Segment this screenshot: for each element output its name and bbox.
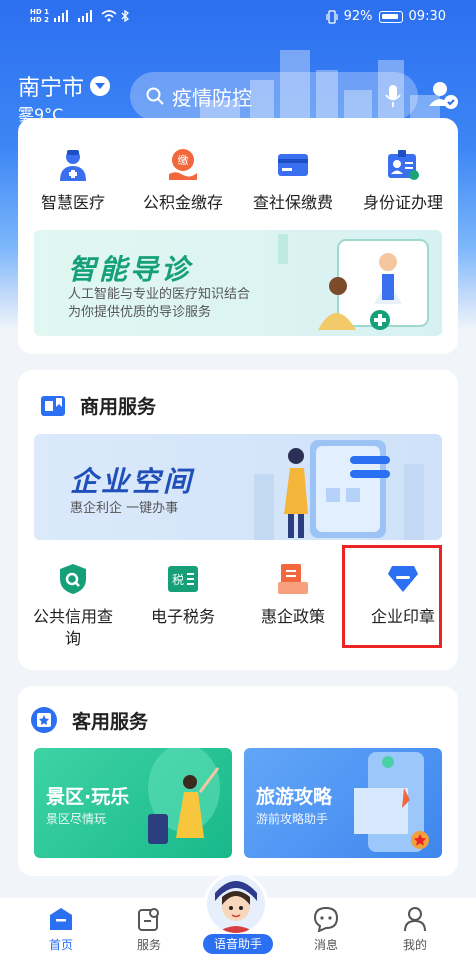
- doctor-icon: [60, 150, 86, 181]
- battery-icon: [378, 10, 403, 23]
- nav-mine[interactable]: 我的: [380, 906, 450, 953]
- assistant-character-icon: [207, 875, 265, 933]
- travel-map-illustration: [354, 752, 429, 852]
- nav-service[interactable]: 服务: [114, 906, 184, 953]
- section-header: 客用服务: [30, 706, 148, 734]
- battery-percent: 92%: [343, 9, 373, 24]
- banner-title: 智能导诊: [68, 253, 193, 286]
- search-placeholder: 疫情防控: [172, 85, 252, 110]
- service-id-card[interactable]: 身份证办理: [348, 148, 458, 214]
- bank-card-icon: [278, 154, 308, 176]
- banner-subtitle: 惠企利企 一键办事: [70, 501, 179, 516]
- banner-title: 企业空间: [70, 465, 195, 498]
- tile-subtitle: 景区尽情玩: [46, 812, 107, 826]
- doctor-consult-illustration: [278, 234, 429, 330]
- enterprise-space-banner[interactable]: 企业空间 惠企利企 一键办事: [34, 434, 442, 540]
- tile-title: 旅游攻略: [256, 786, 333, 808]
- city-name: 南宁市: [18, 76, 85, 101]
- nav-home[interactable]: 首页: [26, 906, 96, 953]
- user-service-icon[interactable]: [428, 80, 458, 114]
- service-label: 身份证办理: [362, 193, 443, 212]
- service-label: 智慧医疗: [40, 193, 105, 212]
- service-label: 查社保缴费: [252, 193, 333, 212]
- wifi-icon: [101, 10, 117, 22]
- policy-document-icon: [278, 564, 308, 594]
- nav-label: 消息: [313, 938, 338, 952]
- fund-badge-text: 缴: [178, 153, 189, 167]
- enterprise-illustration: [254, 440, 424, 540]
- business-book-icon: [41, 395, 65, 416]
- status-right: 92% 09:30: [326, 9, 446, 24]
- clock: 09:30: [408, 9, 446, 24]
- voice-assistant-label[interactable]: 语音助手: [203, 934, 273, 954]
- credit-shield-icon: [60, 564, 86, 594]
- service-e-tax[interactable]: 税 电子税务: [128, 562, 238, 650]
- service-social-security[interactable]: 查社保缴费: [238, 148, 348, 214]
- nav-label: 首页: [48, 938, 73, 952]
- nav-label: 服务: [136, 938, 161, 952]
- selection-highlight-box: [342, 545, 442, 648]
- scenic-spots-tile[interactable]: 景区·玩乐 景区尽情玩: [34, 748, 232, 858]
- tile-title: 景区·玩乐: [46, 786, 130, 808]
- service-label: 电子税务: [150, 607, 215, 626]
- service-enterprise-policy[interactable]: 惠企政策: [238, 562, 348, 650]
- smart-guide-banner[interactable]: 智能导诊 人工智能与专业的医疗知识结合 为你提供优质的导诊服务: [34, 230, 442, 336]
- section-title: 客用服务: [72, 710, 149, 733]
- section-title: 商用服务: [80, 396, 157, 418]
- home-icon: [50, 908, 72, 930]
- service-smart-medical[interactable]: 智慧医疗: [18, 148, 128, 214]
- service-label: 惠企政策: [260, 607, 325, 626]
- vibrate-icon: [326, 9, 338, 24]
- voice-assistant-avatar[interactable]: [204, 872, 268, 936]
- signal-icon: [77, 10, 92, 22]
- chevron-down-icon: [90, 76, 111, 96]
- tax-badge-text: 税: [172, 573, 184, 587]
- hd-indicator: HD 1 HD 2: [30, 8, 49, 24]
- service-label: 公积金缴存: [142, 193, 223, 212]
- microphone-icon[interactable]: [384, 84, 402, 108]
- banner-subtitle-line: 为你提供优质的导诊服务: [68, 305, 212, 320]
- guest-services-card: 客用服务 景区·玩乐 景区尽情玩 旅游攻略 游前攻略助手: [18, 686, 458, 876]
- banner-subtitle-line: 人工智能与专业的医疗知识结合: [68, 287, 251, 302]
- traveler-illustration: [148, 748, 220, 844]
- star-badge-icon: [31, 707, 57, 733]
- service-label: 公共信用查 询: [33, 606, 113, 650]
- signal-icon: [53, 10, 68, 22]
- status-bar: HD 1 HD 2 92% 09:30: [0, 0, 476, 34]
- service-housing-fund[interactable]: 缴 公积金缴存: [128, 148, 238, 214]
- label-line: 公共信用查: [32, 607, 113, 626]
- quick-services-grid: 智慧医疗 缴 公积金缴存 查社保缴费 身份证办理: [18, 148, 458, 214]
- search-icon: [146, 87, 164, 105]
- id-card-icon: [388, 150, 419, 180]
- profile-icon: [404, 907, 426, 932]
- service-icon: [138, 908, 159, 931]
- bluetooth-icon: [121, 10, 129, 22]
- search-bar[interactable]: 疫情防控: [130, 72, 418, 120]
- fund-payment-icon: 缴: [169, 149, 197, 180]
- section-header: 商用服务: [40, 392, 156, 419]
- message-icon: [313, 906, 339, 932]
- tax-icon: 税: [168, 566, 198, 592]
- city-selector[interactable]: 南宁市: [18, 70, 111, 102]
- quick-services-card: 智慧医疗 缴 公积金缴存 查社保缴费 身份证办理 智能导诊 人工智能与专业的医疗…: [18, 118, 458, 354]
- label-line: 询: [64, 629, 81, 648]
- status-left: HD 1 HD 2: [30, 8, 129, 24]
- service-public-credit[interactable]: 公共信用查 询: [18, 562, 128, 650]
- tile-subtitle: 游前攻略助手: [256, 812, 329, 826]
- nav-label: 我的: [402, 938, 427, 952]
- travel-guide-tile[interactable]: 旅游攻略 游前攻略助手: [244, 748, 442, 858]
- nav-message[interactable]: 消息: [291, 906, 361, 953]
